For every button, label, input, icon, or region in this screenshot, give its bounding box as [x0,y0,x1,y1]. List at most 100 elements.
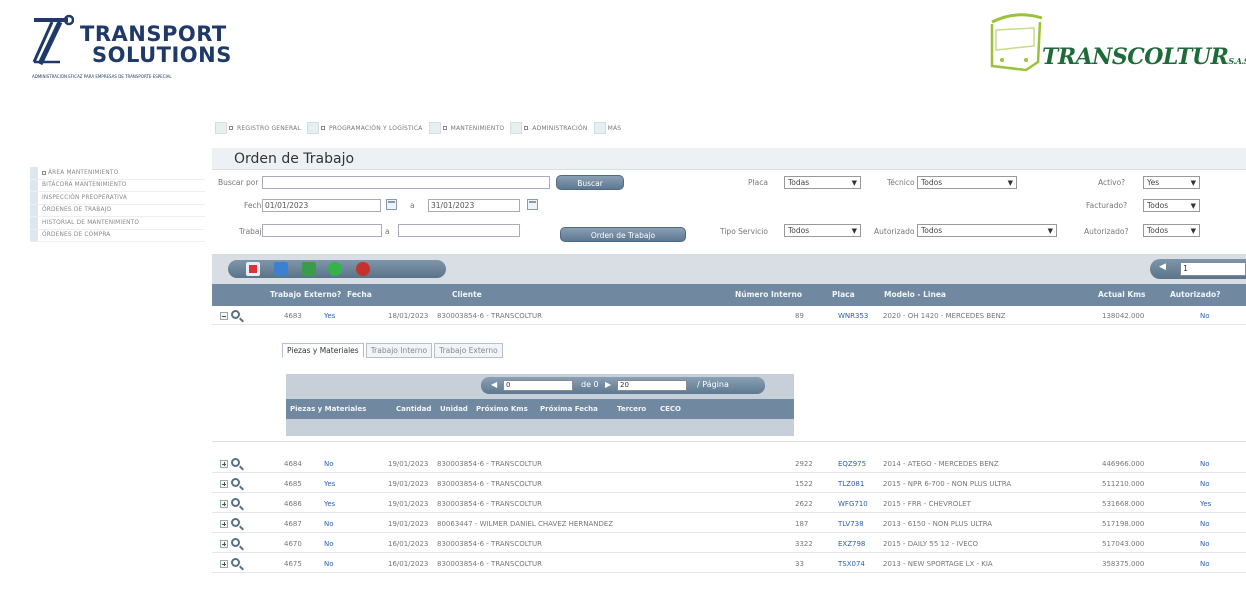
trabajo-hasta-input[interactable] [398,224,520,237]
sidebar-item-ordenes-trabajo[interactable]: ÓRDENES DE TRABAJO [30,204,205,217]
autorizado-select[interactable]: Todos ▼ [1143,224,1200,237]
cell-trabajo: 4684 [284,460,302,468]
tipo-servicio-select[interactable]: Todos ▼ [784,224,861,237]
col-numero-interno[interactable]: Número Interno [735,290,802,299]
calendar-export-icon[interactable] [246,262,260,276]
tab-programacion-logistica[interactable]: PROGRAMACIÓN Y LOGÍSTICA [306,122,423,134]
cell-externo: No [324,520,334,528]
sidebar-item-bitacora[interactable]: BITÁCORA MANTENIMIENTO [30,179,205,192]
table-row[interactable]: 4684 No 19/01/2023 830003854-6 - TRANSCOLTU… [212,456,1246,473]
col-cliente[interactable]: Cliente [452,290,482,299]
search-icon[interactable] [231,310,240,319]
cell-placa[interactable]: WNR353 [838,312,868,320]
tab-square-icon [229,126,233,130]
col-modelo[interactable]: Modelo - Linea [884,290,946,299]
orden-de-trabajo-button[interactable]: Orden de Trabajo [560,227,686,242]
col-actual-kms[interactable]: Actual Kms [1098,290,1146,299]
logo-text-transcoltur: TRANSCOLTURS.A.S [1042,44,1246,70]
search-icon[interactable] [231,558,240,567]
cell-kms: 531668.000 [1102,500,1145,508]
tab-icon [306,122,319,134]
calendar-icon[interactable] [527,199,538,210]
col-fecha[interactable]: Fecha [347,290,372,299]
expand-icon[interactable] [220,520,228,528]
sidebar-item-historial[interactable]: HISTORIAL DE MANTENIMIENTO [30,217,205,230]
tab-icon [593,122,606,134]
table-row[interactable]: 4670 No 16/01/2023 830003854-6 - TRANSCOLTU… [212,536,1246,553]
cell-placa[interactable]: WFG710 [838,500,868,508]
fecha-sep: a [410,201,415,210]
pdf-icon[interactable] [356,262,370,276]
tecnico-select[interactable]: Todos ▼ [917,176,1017,189]
buscar-por-input[interactable] [262,176,550,189]
search-icon[interactable] [231,458,240,467]
page-input[interactable]: 1 [1180,262,1246,276]
whatsapp-icon[interactable] [328,262,342,276]
sidebar-item-inspeccion[interactable]: INSPECCIÓN PREOPERATIVA [30,192,205,205]
tab-trabajo-interno[interactable]: Trabajo Interno [365,343,433,358]
buscar-por-label: Buscar por [218,178,259,187]
collapse-icon[interactable] [220,312,228,320]
tab-mantenimiento[interactable]: MANTENIMIENTO [428,122,505,134]
tab-registro-general[interactable]: REGISTRO GENERAL [215,122,301,134]
expand-icon[interactable] [220,540,228,548]
next-page-icon[interactable]: ▶ [605,380,611,389]
col-trabajo[interactable]: Trabajo [270,290,301,299]
cell-fecha: 19/01/2023 [388,520,429,528]
tab-administracion[interactable]: ADMINISTRACIÓN [510,122,587,134]
expand-icon[interactable] [220,460,228,468]
table-row[interactable]: 4687 No 19/01/2023 80063447 - WILMER DANIEL… [212,516,1246,533]
search-icon[interactable] [231,498,240,507]
search-icon[interactable] [231,518,240,527]
fecha-hasta-input[interactable]: 31/01/2023 [428,199,520,212]
tab-mas[interactable]: MÁS [593,122,622,134]
col-externo[interactable]: Externo? [304,290,341,299]
prev-page-icon[interactable]: ◀ [491,380,497,389]
sidebar-item-ordenes-compra[interactable]: ÓRDENES DE COMPRA [30,229,205,242]
page-size-input[interactable]: 20 [617,380,687,391]
detail-col-unidad: Unidad [440,405,468,413]
tab-square-icon [442,126,447,130]
buscar-button[interactable]: Buscar [556,175,624,190]
cell-interno: 89 [795,312,804,320]
tab-trabajo-externo[interactable]: Trabajo Externo [434,343,503,358]
tab-piezas-materiales[interactable]: Piezas y Materiales [282,343,364,358]
search-icon[interactable] [231,478,240,487]
table-row[interactable]: 4675 No 16/01/2023 830003854-6 - TRANSCOLTU… [212,556,1246,573]
prev-page-icon[interactable]: ◀ [1159,262,1166,272]
tab-label: ADMINISTRACIÓN [532,124,588,132]
cell-fecha: 16/01/2023 [388,560,429,568]
cell-kms: 517043.000 [1102,540,1145,548]
expand-icon[interactable] [220,480,228,488]
search-icon[interactable] [231,538,240,547]
tab-square-icon [524,126,529,130]
cell-modelo: 2013 - 6150 - NON PLUS ULTRA [883,520,993,528]
word-icon[interactable] [274,262,288,276]
cell-placa[interactable]: TLV738 [838,520,864,528]
placa-select[interactable]: Todas ▼ [784,176,861,189]
expand-icon[interactable] [220,500,228,508]
sidebar-item-area-mantenimiento[interactable]: ÁREA MANTENIMIENTO [30,167,205,180]
cell-kms: 138042.000 [1102,312,1145,320]
detail-page-input[interactable]: 0 [503,380,573,391]
cell-placa[interactable]: EQZ975 [838,460,866,468]
col-placa[interactable]: Placa [832,290,855,299]
facturado-select[interactable]: Todos ▼ [1143,199,1200,212]
sidebar-item-label: BITÁCORA MANTENIMIENTO [42,182,127,189]
fecha-desde-input[interactable]: 01/01/2023 [262,199,381,212]
calendar-icon[interactable] [386,199,397,210]
excel-icon[interactable] [302,262,316,276]
col-autorizado[interactable]: Autorizado? [1170,290,1220,299]
cell-kms: 446966.000 [1102,460,1145,468]
activo-select[interactable]: Yes ▼ [1143,176,1200,189]
expand-icon[interactable] [220,560,228,568]
table-row[interactable]: 4686 Yes 19/01/2023 830003854-6 - TRANSCOLT… [212,496,1246,513]
trabajo-desde-input[interactable] [262,224,382,237]
cell-placa[interactable]: EXZ798 [838,540,865,548]
cell-placa[interactable]: TLZ081 [838,480,864,488]
top-nav: REGISTRO GENERAL PROGRAMACIÓN Y LOGÍSTIC… [215,120,621,136]
autorizado-por-select[interactable]: Todos ▼ [917,224,1057,237]
table-row[interactable]: 4685 Yes 19/01/2023 830003854-6 - TRANSCOLT… [212,476,1246,493]
table-row[interactable]: 4683 Yes 18/01/2023 830003854-6 - TRANSC… [212,308,1246,325]
cell-placa[interactable]: TSX074 [838,560,865,568]
